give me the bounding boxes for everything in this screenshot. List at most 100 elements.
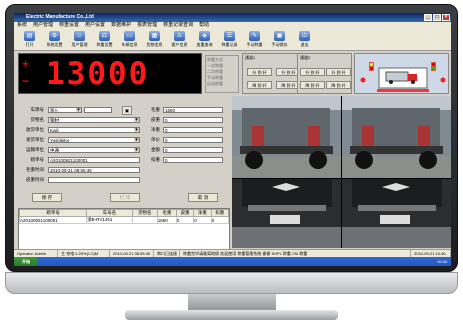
col-plate[interactable]: 车号名: [86, 209, 133, 217]
status-clock: 2010-09-21 10:46: [411, 250, 451, 257]
lane-1-raise-button[interactable]: 升 到 杆: [247, 68, 272, 76]
toolbar-record-button[interactable]: ☰ 称重记录: [217, 29, 242, 51]
print-button[interactable]: 打 印: [110, 193, 140, 202]
menu-data[interactable]: 数据维护: [111, 22, 131, 29]
lane-2-raise-button-2[interactable]: 升 到 杆: [326, 68, 351, 76]
toolbar-label: 退出: [300, 42, 309, 47]
cargo-icon: ▦: [149, 31, 160, 41]
cancel-button[interactable]: 取 消: [188, 193, 218, 202]
transport-select[interactable]: 中通: [48, 147, 140, 153]
menu-weigh-settings[interactable]: 称重设置: [59, 22, 79, 29]
menu-users[interactable]: 用户管理: [33, 22, 53, 29]
monitor-chin: [5, 272, 458, 294]
menu-reports[interactable]: 报表管理: [137, 22, 157, 29]
lane-2-raise-button[interactable]: 升 到 杆: [300, 68, 325, 76]
toolbar-scale-button[interactable]: ⚖ 称重设置: [92, 29, 117, 51]
weight-sign: +: [22, 57, 30, 71]
toolbar-cargo-button[interactable]: ▦ 货物信息: [142, 29, 167, 51]
lane-2-title: 通道2: [300, 55, 311, 60]
toolbar-open-button[interactable]: ▤ 打开: [17, 29, 42, 51]
menu-system[interactable]: 系统: [17, 22, 27, 29]
plate-input[interactable]: [84, 107, 112, 113]
camera-front-right: [342, 179, 451, 248]
maximize-button[interactable]: □: [433, 14, 441, 21]
tare-time-label: 皮重时间: [26, 177, 44, 182]
tare-icon: ◈: [199, 31, 210, 41]
start-button[interactable]: 开始: [14, 257, 38, 266]
toolbar-users-button[interactable]: ☺ 用户管理: [67, 29, 92, 51]
col-gross[interactable]: 毛重: [156, 209, 177, 217]
plate-prefix-select[interactable]: 浙A: [48, 107, 82, 113]
status-port: 串口已连接: [154, 250, 180, 257]
tare-label: 皮重: [151, 117, 160, 122]
close-button[interactable]: ×: [442, 14, 450, 21]
taskbar-clock: 10:46: [436, 259, 447, 264]
price-field[interactable]: 0: [163, 137, 223, 143]
save-button[interactable]: 保 存: [32, 193, 62, 202]
deduct-field[interactable]: 0: [163, 157, 223, 163]
monitor-stand-base: [125, 310, 338, 320]
col-net[interactable]: 净重: [193, 209, 212, 217]
weigh-mode-panel: 称重方式 一次称重 二次称重 手动称重 自动称重: [205, 55, 239, 93]
receiver-select[interactable]: Kaili: [48, 127, 140, 133]
toolbar-label: 车辆信息: [121, 42, 138, 47]
goods-select[interactable]: 钢材: [48, 117, 140, 123]
menu-records[interactable]: 称重记录查询: [163, 22, 193, 29]
toolbar-customer-button[interactable]: ♙ 客户信息: [167, 29, 192, 51]
lane-2-lower-button[interactable]: 降 到 杆: [300, 81, 325, 89]
col-deduct[interactable]: 扣重: [210, 209, 230, 217]
status-time: 2010-09-21 08:55:46: [110, 250, 154, 257]
toolbar-label: 称重设置: [96, 42, 113, 47]
amount-field[interactable]: 0: [163, 147, 223, 153]
camera-rear-left: [232, 96, 341, 178]
records-table: 磅单号 车号名 货物名 毛重 皮重 净重 扣重 A20100921100001 …: [18, 208, 230, 253]
toolbar-label: 皮重查询: [196, 42, 213, 47]
menu-bar: 系统 用户管理 称重设置 用户设置 数据维护 报表管理 称重记录查询 帮助: [14, 22, 451, 29]
toolbar-label: 用户管理: [71, 42, 88, 47]
toolbar-tare-button[interactable]: ◈ 皮重查询: [192, 29, 217, 51]
col-tare[interactable]: 皮重: [175, 209, 195, 217]
col-goods[interactable]: 货物名: [131, 209, 158, 217]
sender-label: 发货单位: [26, 137, 44, 142]
sender-select[interactable]: Yoshikitoi: [48, 137, 140, 143]
customer-icon: ♙: [174, 31, 185, 41]
lane-1-title: 通道1: [245, 55, 256, 60]
weigh-mode-option[interactable]: 自动称重: [207, 81, 237, 87]
record-icon: ☰: [224, 31, 235, 41]
alarm-icon: [440, 77, 446, 83]
col-ticket[interactable]: 磅单号: [18, 209, 88, 217]
toolbar-settings-button[interactable]: ⚙ 系统设置: [42, 29, 67, 51]
toolbar-truck-button[interactable]: ▭ 车辆信息: [117, 29, 142, 51]
minimize-button[interactable]: _: [424, 14, 432, 21]
cell-deduct: 0: [210, 216, 230, 224]
tare-time-field[interactable]: [48, 177, 140, 183]
net-field[interactable]: 0: [163, 127, 223, 133]
menu-user-settings[interactable]: 用户设置: [85, 22, 105, 29]
lane-1-lower-button[interactable]: 降 到 杆: [247, 81, 272, 89]
cell-ticket: A20100921100001: [18, 216, 88, 224]
gross-label: 毛重: [151, 107, 160, 112]
status-operator: Operator: Admin: [14, 250, 58, 257]
camera-capture-button[interactable]: ▣: [122, 106, 132, 115]
tare-field[interactable]: 0: [163, 117, 223, 123]
cell-goods: [131, 216, 158, 224]
scale-icon: ⚖: [99, 31, 110, 41]
ticket-no-label: 磅单号: [30, 157, 45, 162]
toolbar-save-button[interactable]: ▣ 手动保存: [267, 29, 292, 51]
manual-icon: ✎: [249, 31, 260, 41]
table-row[interactable]: A20100921100001 浙B-RV1451 1660 0 0 0: [18, 216, 230, 224]
menu-help[interactable]: 帮助: [199, 22, 209, 29]
ticket-no-field[interactable]: A20100921100001: [48, 157, 140, 163]
truck-diagram: [360, 62, 446, 92]
title-bar: Electric Manufacture Co.,Ltd _ □ ×: [14, 13, 451, 22]
toolbar-manual-button[interactable]: ✎ 手动称重: [242, 29, 267, 51]
lane-2-lower-button-2[interactable]: 降 到 杆: [326, 81, 351, 89]
gross-time-field[interactable]: 2010-09-21 08:55:46: [48, 167, 140, 173]
price-label: 单价: [151, 137, 160, 142]
toolbar-exit-button[interactable]: ⏻ 退出: [292, 29, 317, 51]
open-icon: ▤: [24, 31, 35, 41]
gross-field[interactable]: 1660: [163, 107, 223, 113]
camera-rear-right: [342, 96, 451, 178]
amount-label: 金额: [151, 147, 160, 152]
deduct-label: 扣重: [151, 157, 160, 162]
